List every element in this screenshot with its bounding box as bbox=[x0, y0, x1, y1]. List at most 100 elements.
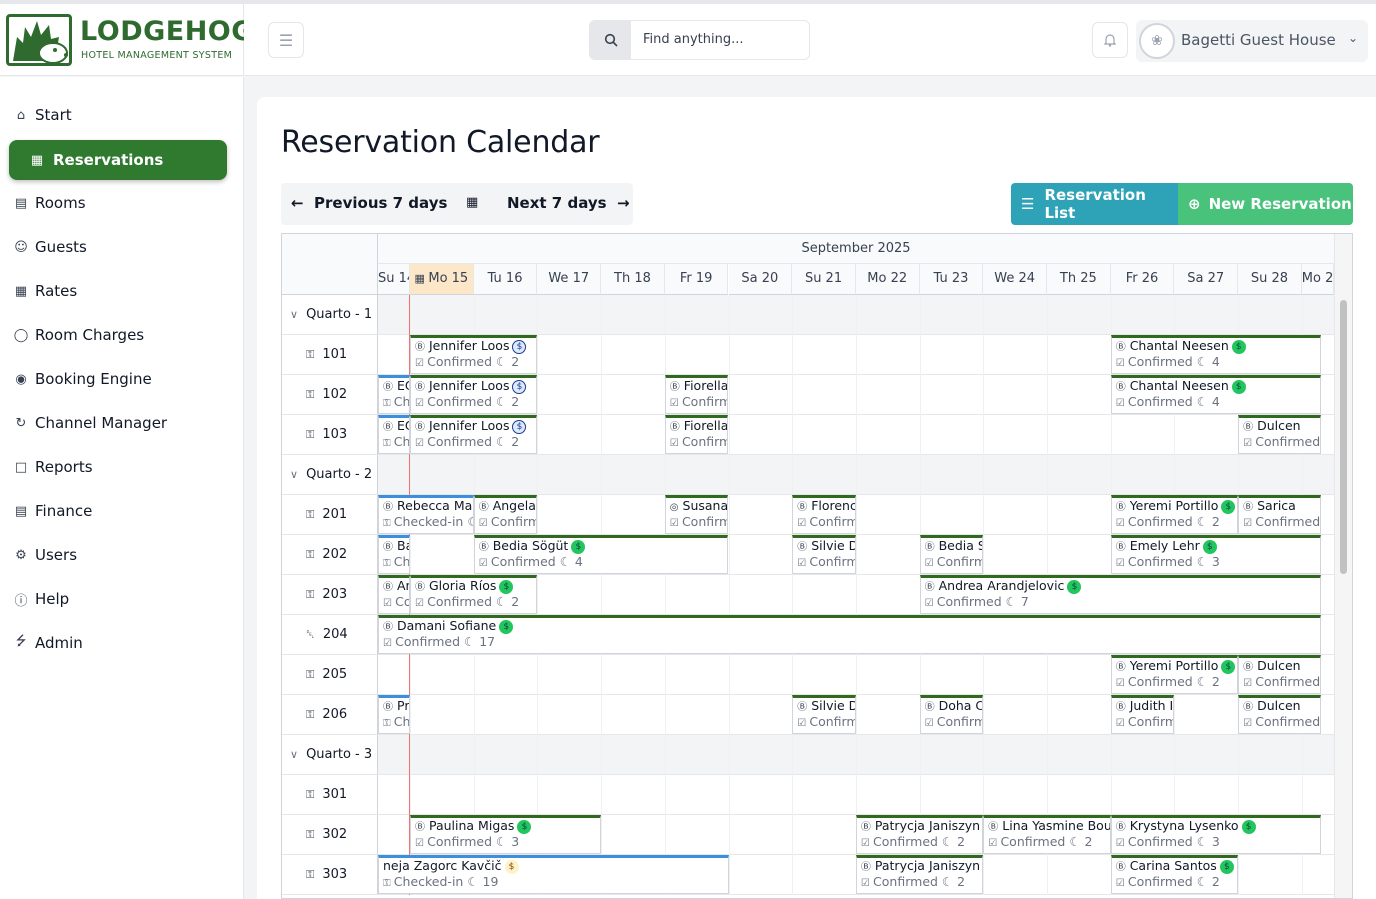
sidebar-item-label: Guests bbox=[35, 238, 87, 256]
reservation-block[interactable]: Ⓑ Carina Santos $ ☑ Confirmed ☾ 2 bbox=[1110, 855, 1239, 894]
reservation-block[interactable]: Ⓑ Patrycja Janiszyn ☑ Confirmed ☾ 2 bbox=[855, 855, 984, 894]
reservation-block[interactable]: Ⓑ EOJIN⚿ Checked-in bbox=[378, 375, 410, 414]
sidebar-item-rooms[interactable]: ▤ Rooms bbox=[9, 183, 227, 223]
reservation-block[interactable]: ⒷSilvie D☑ Confirmed bbox=[792, 535, 856, 574]
app-logo[interactable]: LODGEHOG HOTEL MANAGEMENT SYSTEM bbox=[0, 4, 253, 76]
reservation-block[interactable]: Ⓑ EOJIN⚿ Checked-in bbox=[378, 415, 410, 454]
reservation-status-line: ☑ Confirmed ☾ 2 bbox=[1116, 674, 1220, 692]
reservation-status: Confirmed bbox=[490, 554, 556, 569]
room-group-toggle[interactable]: ∨ Quarto - 2 bbox=[282, 455, 378, 495]
key-icon: ⚿ bbox=[383, 438, 394, 449]
reservation-block[interactable]: ⒷSilvie D☑ Confirmed bbox=[792, 695, 856, 734]
search-box[interactable]: Find anything... bbox=[589, 20, 810, 60]
guest-name: Jennifer Loos bbox=[429, 418, 510, 433]
previous-7-days-button[interactable]: ← Previous 7 days bbox=[291, 194, 447, 212]
reservation-block[interactable]: Ⓑ Chantal Neesen $ ☑ Confirmed ☾ 4 bbox=[1110, 335, 1321, 374]
reservation-block[interactable]: neja Zagorc Kavčič $ ⚿ Checked-in ☾ 19 bbox=[378, 855, 729, 894]
day-header: Su 21 bbox=[792, 264, 856, 295]
moon-icon: ☾ bbox=[460, 634, 480, 649]
reservation-block[interactable]: Ⓑ Yeremi Portillo $ ☑ Confirmed ☾ 2 bbox=[1110, 655, 1239, 694]
sidebar-item-reservations[interactable]: ▦ Reservations bbox=[9, 140, 227, 180]
reservation-block[interactable]: Ⓑ Dulcen ☑ Confirmed bbox=[1238, 655, 1321, 694]
reservation-block[interactable]: Ⓑ Anna K☑ Confirmed bbox=[378, 575, 410, 614]
booking-source-icon: Ⓑ bbox=[1115, 502, 1126, 513]
reservation-status: Confirmed bbox=[1127, 714, 1174, 729]
reservation-status-line: ☑ Confirmed bbox=[797, 714, 855, 732]
guest-name: Sarica bbox=[1257, 498, 1296, 513]
room-group-toggle[interactable]: ∨ Quarto - 3 bbox=[282, 735, 378, 775]
reservation-block[interactable]: Ⓑ Emely Lehr $ ☑ Confirmed ☾ 3 bbox=[1110, 535, 1321, 574]
sidebar-item-finance[interactable]: ▤ Finance bbox=[9, 491, 227, 531]
reservation-block[interactable]: Ⓑ Paulina Migas $ ☑ Confirmed ☾ 3 bbox=[410, 815, 602, 854]
home-icon: ⌂ bbox=[16, 107, 26, 123]
reservation-block[interactable]: ⒷJudith I☑ Confirmed bbox=[1110, 695, 1175, 734]
reservation-block[interactable]: Ⓑ Gloria Ríos $ ☑ Confirmed ☾ 2 bbox=[410, 575, 538, 614]
nights-count: 3 bbox=[1211, 834, 1220, 849]
main-card: Reservation Calendar ← Previous 7 days ▦… bbox=[257, 97, 1376, 899]
reservation-status-line: ☑ Confirmed ☾ 2 bbox=[415, 394, 519, 412]
calendar-picker-icon[interactable]: ▦ bbox=[466, 195, 478, 210]
reservation-block[interactable]: Ⓑ Jennifer Loos $ ☑ Confirmed ☾ 2 bbox=[410, 375, 538, 414]
reservation-block[interactable]: ⒷFiorella☑ Confirmed bbox=[664, 375, 729, 414]
sidebar-item-start[interactable]: ⌂ Start bbox=[9, 95, 227, 135]
booking-source-icon: Ⓑ bbox=[797, 702, 808, 713]
search-button[interactable] bbox=[590, 21, 631, 59]
reservation-block[interactable]: Ⓑ Jennifer Loos $ ☑ Confirmed ☾ 2 bbox=[410, 335, 538, 374]
reservation-block[interactable]: Ⓑ Damani Sofiane $ ☑ Confirmed ☾ 17 bbox=[378, 615, 1321, 654]
reservation-block[interactable]: Ⓑ Pratibh⚿ Checked-in bbox=[378, 695, 410, 734]
reservation-block[interactable]: ⒷDoha C☑ Confirmed bbox=[919, 695, 984, 734]
sidebar-item-room-charges[interactable]: ◯ Room Charges bbox=[9, 315, 227, 355]
search-input[interactable]: Find anything... bbox=[643, 32, 744, 47]
sidebar-item-label: Reports bbox=[35, 458, 93, 476]
guest-name: EOJIN bbox=[397, 418, 409, 433]
reservation-block[interactable]: Ⓑ Krystyna Lysenko $ ☑ Confirmed ☾ 3 bbox=[1110, 815, 1321, 854]
guest-name: Paulina Migas bbox=[429, 818, 515, 833]
guest-name: Yeremi Portillo bbox=[1129, 498, 1219, 513]
reservation-block[interactable]: Ⓑ Dulcen ☑ Confirmed bbox=[1238, 695, 1321, 734]
new-reservation-button[interactable]: ⊕ New Reservation bbox=[1178, 183, 1353, 225]
reservation-block[interactable]: ⒷFiorella☑ Confirmed bbox=[664, 415, 729, 454]
reservation-block[interactable]: Ⓑ Sarica ☑ Confirmed bbox=[1238, 495, 1321, 534]
sidebar-item-rates[interactable]: ▦ Rates bbox=[9, 271, 227, 311]
sidebar-item-help[interactable]: ⓘ Help bbox=[9, 579, 227, 619]
reservation-block[interactable]: Ⓑ Chantal Neesen $ ☑ Confirmed ☾ 4 bbox=[1110, 375, 1321, 414]
sidebar-item-label: Room Charges bbox=[35, 326, 145, 344]
reservation-block[interactable]: Ⓑ Bedia Sögüt $ ☑ Confirmed ☾ 4 bbox=[473, 535, 729, 574]
reservation-block[interactable]: Ⓑ Dulcen ☑ Confirmed bbox=[1238, 415, 1321, 454]
reservation-block[interactable]: Ⓑ Yeremi Portillo $ ☑ Confirmed ☾ 2 bbox=[1110, 495, 1239, 534]
reservation-block[interactable]: Ⓑ Rebecca Marsan⚿ Checked-in ☾ 5 bbox=[378, 495, 474, 534]
reservation-block[interactable]: Ⓑ Jennifer Loos $ ☑ Confirmed ☾ 2 bbox=[410, 415, 538, 454]
reservation-block[interactable]: Ⓑ Barbara⚿ Checked-in bbox=[378, 535, 410, 574]
reservation-block[interactable]: Ⓑ Lina Yasmine Bou ☑ Confirmed ☾ 2 bbox=[983, 815, 1111, 854]
reservation-status-line: ☑ Confirmed ☾ 3 bbox=[1116, 554, 1220, 572]
sidebar-item-guests[interactable]: ☺ Guests bbox=[9, 227, 227, 267]
reservation-block[interactable]: ◎Susana☑ Confirmed bbox=[664, 495, 729, 534]
sidebar-item-booking-engine[interactable]: ◉ Booking Engine bbox=[9, 359, 227, 399]
day-label: Su 14 bbox=[378, 271, 409, 286]
notifications-button[interactable] bbox=[1092, 22, 1128, 58]
day-divider bbox=[792, 295, 794, 895]
booking-source-icon: Ⓑ bbox=[924, 542, 935, 553]
reservation-block[interactable]: Ⓑ Andrea Arandjelovic $ ☑ Confirmed ☾ 7 bbox=[919, 575, 1321, 614]
reservation-list-button[interactable]: ☰ Reservation List bbox=[1011, 183, 1178, 225]
checkbox-icon: ☑ bbox=[478, 558, 491, 569]
sidebar-item-channel-manager[interactable]: ↻ Channel Manager bbox=[9, 403, 227, 443]
reservation-block[interactable]: Ⓑ Patrycja Janiszyn ☑ Confirmed ☾ 2 bbox=[855, 815, 984, 854]
guest-name: Anna K bbox=[397, 578, 409, 593]
reservation-status: Checked-in bbox=[393, 554, 410, 569]
sidebar-item-admin[interactable]: ⭍ Admin bbox=[9, 623, 227, 663]
payment-status-icon: $ bbox=[512, 420, 527, 434]
account-menu[interactable]: ❀ Bagetti Guest House ⌄ bbox=[1136, 20, 1368, 62]
reservation-block[interactable]: ⒷFlorenc☑ Confirmed bbox=[792, 495, 856, 534]
sidebar-item-users[interactable]: ⚙ Users bbox=[9, 535, 227, 575]
room-group-toggle[interactable]: ∨ Quarto - 1 bbox=[282, 295, 378, 335]
scrollbar-thumb[interactable] bbox=[1340, 300, 1347, 574]
next-7-days-button[interactable]: Next 7 days → bbox=[507, 194, 630, 212]
reservation-status-line: ☑ Confirmed bbox=[670, 394, 728, 412]
moon-icon: ☾ bbox=[1001, 594, 1021, 609]
reservation-block[interactable]: ⒷAngela☑ Confirmed bbox=[473, 495, 538, 534]
reservation-block[interactable]: ⒷBedia S☑ Confirmed bbox=[919, 535, 984, 574]
sidebar-item-reports[interactable]: □ Reports bbox=[9, 447, 227, 487]
menu-toggle-button[interactable]: ☰ bbox=[268, 22, 304, 58]
moon-icon: ☾ bbox=[463, 514, 472, 529]
